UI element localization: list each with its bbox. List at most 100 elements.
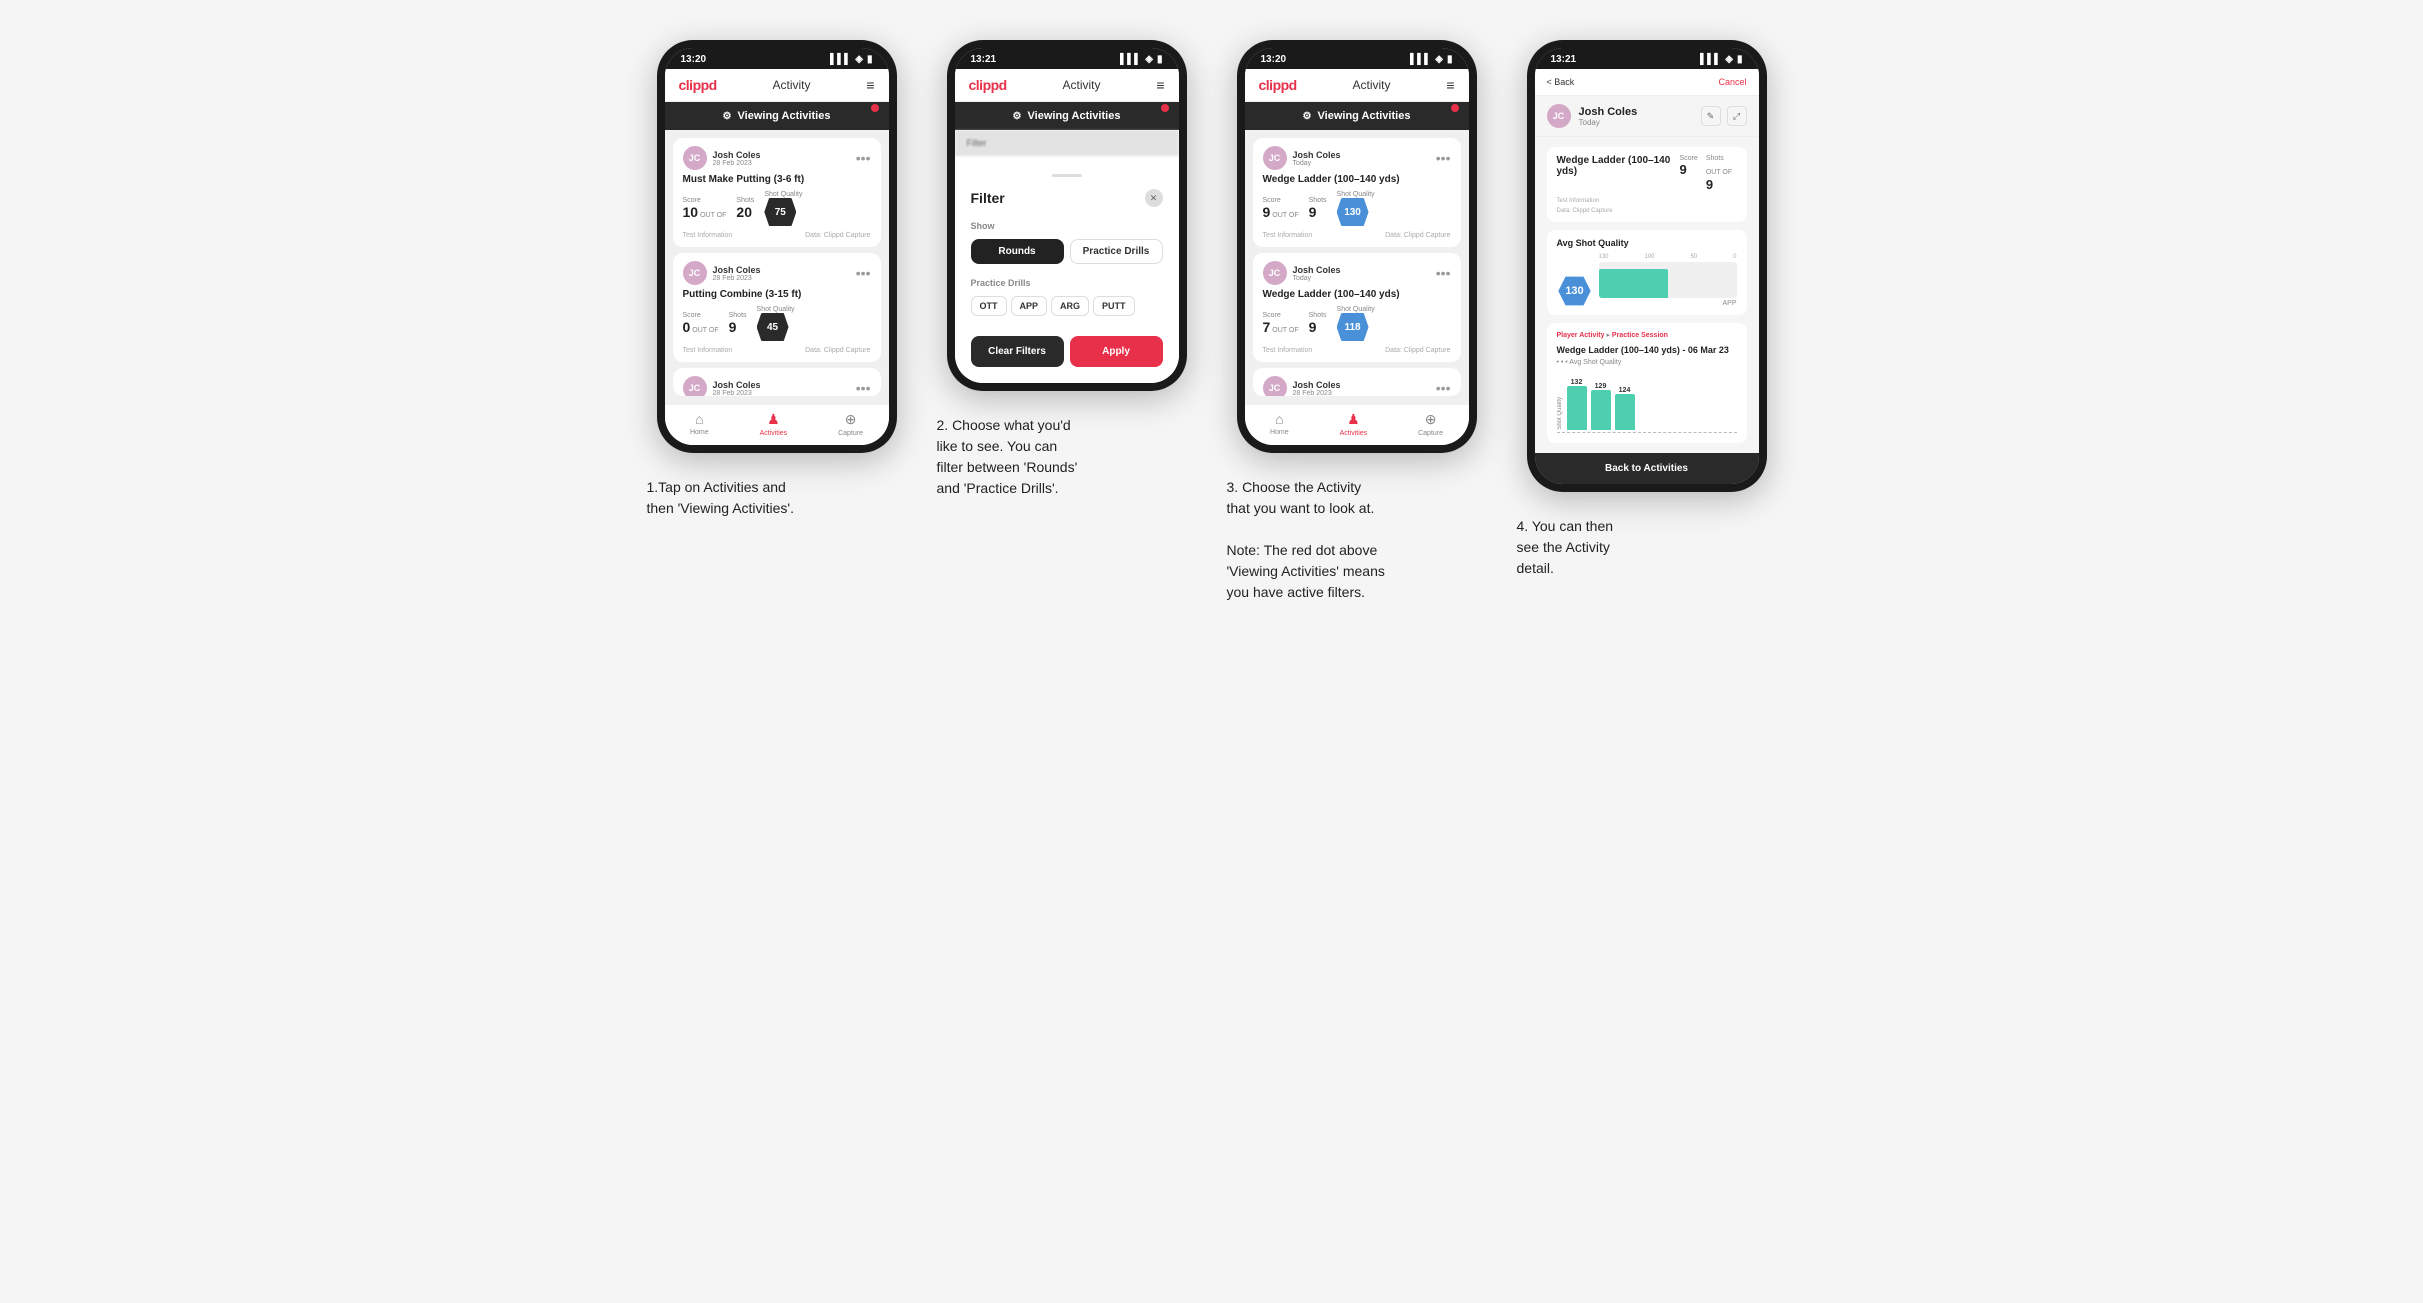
score-value-row1-1: 10 OUT OF — [683, 204, 727, 220]
avatar1-1: JC — [683, 146, 707, 170]
phone4-inner: 13:21 ▌▌▌ ◈ ▮ < Back Cancel JC Jo — [1535, 48, 1759, 484]
signal-icon: ▌▌▌ — [830, 54, 851, 65]
nav-home1[interactable]: ⌂ Home — [690, 411, 709, 437]
banner3-text: Viewing Activities — [1318, 110, 1411, 122]
more-dots1-3[interactable]: ••• — [856, 381, 871, 395]
shots-label1-1: Shots — [736, 197, 754, 204]
more-dots1-1[interactable]: ••• — [856, 151, 871, 165]
hamburger1[interactable]: ≡ — [866, 77, 874, 93]
nav-activities3[interactable]: ♟ Activities — [1340, 411, 1368, 437]
apply-btn[interactable]: Apply — [1070, 336, 1163, 367]
chip-app[interactable]: APP — [1011, 296, 1048, 316]
banner2[interactable]: ⚙ Viewing Activities — [955, 102, 1179, 130]
bar-val4-1: 129 — [1595, 383, 1607, 390]
banner1[interactable]: ⚙ Viewing Activities — [665, 102, 889, 130]
app-header1: clippd Activity ≡ — [665, 69, 889, 102]
chip-arg[interactable]: ARG — [1051, 296, 1089, 316]
cancel-btn[interactable]: Cancel — [1718, 77, 1746, 87]
activity-title3-1: Wedge Ladder (100–140 yds) — [1263, 174, 1451, 185]
edit-icon[interactable]: ✎ — [1701, 106, 1721, 126]
phone1-inner: 13:20 ▌▌▌ ◈ ▮ clippd Activity ≡ ⚙ Vi — [665, 48, 889, 445]
practice-session-section: Player Activity ▸ Practice Session Wedge… — [1547, 323, 1747, 443]
activity-card1-2[interactable]: JC Josh Coles 28 Feb 2023 ••• Putting Co… — [673, 253, 881, 362]
signal-icon3: ▌▌▌ — [1410, 54, 1431, 65]
more-dots3-3[interactable]: ••• — [1436, 381, 1451, 395]
stats-row3-2: Score 7 OUT OF Shots 9 — [1263, 306, 1451, 341]
chip-ott[interactable]: OTT — [971, 296, 1007, 316]
mini-bar-chart: 130 100 50 0 APP — [1599, 254, 1737, 307]
score-group1-2: Score 0 OUT OF — [683, 312, 719, 335]
logo1: clippd — [679, 77, 717, 93]
shots-group1-2: Shots 9 — [729, 312, 747, 335]
more-dots3-1[interactable]: ••• — [1436, 151, 1451, 165]
avatar1-3: JC — [683, 376, 707, 396]
wifi-icon4: ◈ — [1725, 54, 1733, 65]
filter-modal: Filter ✕ Show Rounds Practice Drills Pra… — [955, 158, 1179, 383]
activity-card1-3[interactable]: JC Josh Coles 28 Feb 2023 ••• — [673, 368, 881, 396]
user-name1-2: Josh Coles — [713, 265, 850, 275]
status-right1: ▌▌▌ ◈ ▮ — [830, 54, 872, 65]
detail-stat-cols: Score 9 Shots OUT OF 9 — [1680, 155, 1737, 192]
activity-card3-1[interactable]: JC Josh Coles Today ••• Wedge Ladder (10… — [1253, 138, 1461, 247]
home-icon3: ⌂ — [1275, 411, 1283, 427]
user-row1-1: JC Josh Coles 28 Feb 2023 ••• — [683, 146, 871, 170]
screen2-col: 13:21 ▌▌▌ ◈ ▮ clippd Activity ≡ ⚙ Viewin… — [937, 40, 1197, 499]
sq-label3-1: Shot Quality — [1337, 191, 1375, 198]
filter-close-btn[interactable]: ✕ — [1145, 189, 1163, 207]
more-dots3-2[interactable]: ••• — [1436, 266, 1451, 280]
avg-sq-hex: 130 — [1557, 275, 1593, 307]
app-title2: Activity — [1063, 78, 1101, 92]
y-axis-label: Shot Quality — [1557, 397, 1563, 430]
score-value1-2: 0 — [683, 319, 691, 335]
nav-capture1[interactable]: ⊕ Capture — [838, 411, 863, 437]
banner3[interactable]: ⚙ Viewing Activities — [1245, 102, 1469, 130]
out-of1-2: OUT OF — [692, 327, 718, 334]
score-val4: 9 — [1680, 162, 1698, 177]
share-icon[interactable]: ⤢ — [1727, 106, 1747, 126]
activity-card3-3[interactable]: JC Josh Coles 28 Feb 2023 ••• — [1253, 368, 1461, 396]
bars-container: Shot Quality 132 129 — [1557, 370, 1737, 430]
home-icon1: ⌂ — [695, 411, 703, 427]
activity-title3-2: Wedge Ladder (100–140 yds) — [1263, 289, 1451, 300]
score-value3-2: 7 — [1263, 319, 1271, 335]
user-row3-3: JC Josh Coles 28 Feb 2023 ••• — [1263, 376, 1451, 396]
user-date1-3: 28 Feb 2023 — [713, 390, 850, 397]
avg-sq-chart-row: 130 130 100 50 0 — [1557, 254, 1737, 307]
user-name3-2: Josh Coles — [1293, 265, 1430, 275]
nav-capture3[interactable]: ⊕ Capture — [1418, 411, 1443, 437]
sq-badge3-1: 130 — [1337, 198, 1369, 226]
nav-activities1[interactable]: ♟ Activities — [760, 411, 788, 437]
shots-label1-2: Shots — [729, 312, 747, 319]
phone2-inner: 13:21 ▌▌▌ ◈ ▮ clippd Activity ≡ ⚙ Viewin… — [955, 48, 1179, 383]
activity-card3-2[interactable]: JC Josh Coles Today ••• Wedge Ladder (10… — [1253, 253, 1461, 362]
avatar3-3: JC — [1263, 376, 1287, 396]
clear-filters-btn[interactable]: Clear Filters — [971, 336, 1064, 367]
banner2-text: Viewing Activities — [1028, 110, 1121, 122]
user-date3-1: Today — [1293, 160, 1430, 167]
hamburger2[interactable]: ≡ — [1156, 77, 1164, 93]
back-to-activities-btn[interactable]: Back to Activities — [1535, 453, 1759, 484]
back-btn[interactable]: < Back — [1547, 77, 1575, 87]
chip-putt[interactable]: PUTT — [1093, 296, 1135, 316]
filter-tab-rounds[interactable]: Rounds — [971, 239, 1064, 264]
capture-icon3: ⊕ — [1425, 411, 1437, 428]
data-capture4: Data: Clippd Capture — [1557, 208, 1737, 214]
more-dots1-2[interactable]: ••• — [856, 266, 871, 280]
battery-icon2: ▮ — [1157, 54, 1163, 65]
caption2: 2. Choose what you'dlike to see. You can… — [937, 415, 1197, 499]
hamburger3[interactable]: ≡ — [1446, 77, 1454, 93]
filter-tab-drills[interactable]: Practice Drills — [1070, 239, 1163, 264]
bars-row4: 132 129 124 — [1567, 379, 1737, 430]
user-info1-1: Josh Coles 28 Feb 2023 — [713, 150, 850, 167]
data-row3-2: Test Information Data: Clippd Capture — [1263, 347, 1451, 354]
stats-row3-1: Score 9 OUT OF Shots 9 — [1263, 191, 1451, 226]
sq-group3-2: Shot Quality 118 — [1337, 306, 1375, 341]
bottom-nav3: ⌂ Home ♟ Activities ⊕ Capture — [1245, 404, 1469, 445]
battery-icon: ▮ — [867, 54, 873, 65]
data-source3-1: Data: Clippd Capture — [1385, 232, 1450, 239]
activity-card1-1[interactable]: JC Josh Coles 28 Feb 2023 ••• Must Make … — [673, 138, 881, 247]
user-date3-2: Today — [1293, 275, 1430, 282]
shots-value3-1: 9 — [1309, 204, 1327, 220]
nav-home3[interactable]: ⌂ Home — [1270, 411, 1289, 437]
user-date1-2: 28 Feb 2023 — [713, 275, 850, 282]
